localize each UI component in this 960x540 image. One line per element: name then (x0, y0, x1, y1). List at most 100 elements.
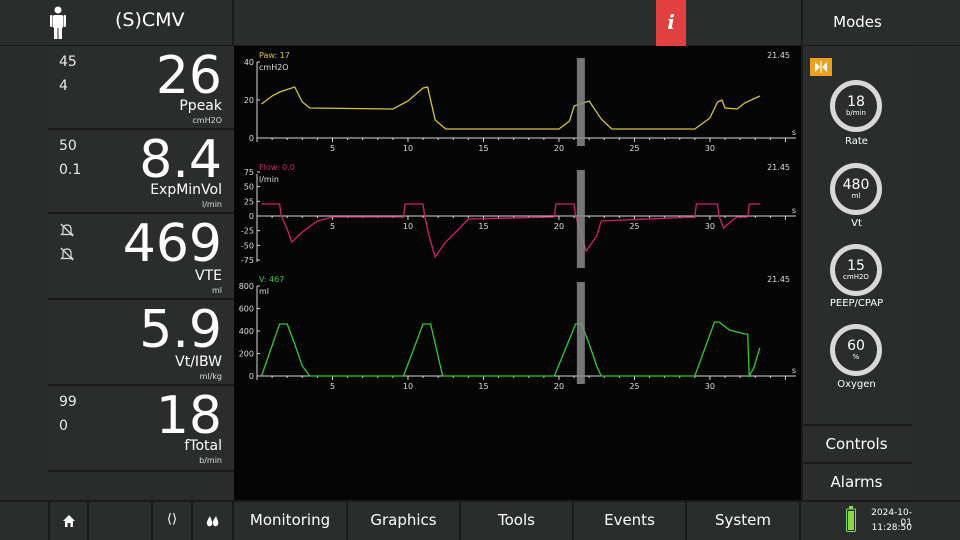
dial-unit: cmH2O (843, 273, 869, 281)
param-unit: cmH2O (192, 116, 222, 125)
dial-label: Rate (845, 136, 868, 147)
x-unit: s (792, 366, 796, 375)
waveform-trace (260, 321, 761, 379)
patient-icon (50, 6, 66, 39)
x-tick-label: 30 (705, 144, 715, 153)
home-icon (62, 514, 75, 527)
x-tick-label: 10 (403, 222, 413, 231)
param-value: 8.4 (139, 130, 222, 190)
lower-limit: 0.1 (59, 162, 82, 178)
tab-graphics[interactable]: Graphics (348, 500, 461, 540)
y-tick-label: -75 (241, 256, 254, 265)
upper-limit: 99 (59, 394, 77, 410)
x-tick-label: 30 (705, 382, 715, 391)
y-tick-label: 20 (244, 96, 254, 105)
waveform-time-label: 21.45 (767, 51, 790, 60)
lower-limit: 0 (59, 418, 68, 434)
mode-cell[interactable]: (S)CMV (0, 0, 234, 46)
y-tick-label: 40 (244, 58, 254, 67)
oxygen-dial[interactable]: 60 % (830, 324, 882, 376)
modes-button[interactable]: Modes (801, 0, 912, 46)
x-tick-label: 15 (478, 144, 488, 153)
x-tick-label: 5 (330, 144, 335, 153)
y-tick-label: 0 (249, 372, 254, 381)
y-tick-label: 50 (244, 183, 254, 192)
info-button[interactable]: i (656, 0, 686, 46)
humidifier-button[interactable] (193, 500, 234, 540)
brackets-button[interactable]: ⟨⟩ (153, 500, 193, 540)
dial-label: Oxygen (837, 379, 876, 390)
y-tick-label: 75 (244, 168, 254, 177)
tab-events[interactable]: Events (574, 500, 687, 540)
y-tick-label: 400 (239, 327, 254, 336)
rate-dial[interactable]: 18 b/min (830, 80, 882, 132)
tab-tools[interactable]: Tools (461, 500, 574, 540)
param-name: Vt/IBW (175, 354, 222, 370)
param-name: VTE (195, 268, 222, 284)
time-display: 11:28:50 (871, 523, 912, 533)
sweep-cursor (576, 170, 585, 268)
x-tick-label: 15 (478, 382, 488, 391)
x-tick-label: 25 (629, 382, 639, 391)
y-tick-label: 25 (244, 197, 254, 206)
param-name: Ppeak (179, 98, 222, 114)
ventilation-mode: (S)CMV (115, 9, 185, 31)
y-tick-label: -50 (241, 241, 254, 250)
y-tick-label: 0 (249, 212, 254, 221)
param-ftotal[interactable]: 99 0 18 fTotal b/min (48, 386, 234, 472)
alarms-button[interactable]: Alarms (801, 462, 912, 500)
param-value: 18 (155, 386, 222, 446)
drops-icon (206, 515, 218, 526)
dial-unit: b/min (845, 109, 866, 117)
x-tick-label: 20 (554, 222, 564, 231)
x-tick-label: 20 (554, 382, 564, 391)
dial-label: Vt (851, 218, 862, 229)
waveform-unit-label: ml (259, 287, 269, 296)
dial-unit: % (852, 353, 860, 361)
waveform-unit-label: l/min (259, 175, 279, 184)
waveform-value-label: Paw: 17 (259, 51, 290, 60)
lower-limit: 4 (59, 78, 68, 94)
waveform-unit-label: cmH2O (259, 63, 289, 72)
sweep-cursor (576, 282, 585, 384)
dial-value: 18 (847, 94, 865, 110)
sync-icon[interactable] (810, 58, 832, 76)
param-value: 469 (122, 214, 222, 274)
empty-button[interactable] (89, 500, 153, 540)
y-tick-label: -25 (241, 227, 254, 236)
x-tick-label: 25 (629, 222, 639, 231)
x-tick-label: 25 (629, 144, 639, 153)
alarm-off-icon (60, 247, 74, 261)
waveform-time-label: 21.45 (767, 163, 790, 172)
x-tick-label: 5 (330, 222, 335, 231)
param-unit: ml (211, 286, 222, 295)
x-tick-label: 5 (330, 382, 335, 391)
param-name: fTotal (184, 438, 222, 454)
param-expminvol[interactable]: 50 0.1 8.4 ExpMinVol l/min (48, 130, 234, 214)
param-vt-ibw[interactable]: 5.9 Vt/IBW ml/kg (48, 300, 234, 386)
x-tick-label: 15 (478, 222, 488, 231)
waveform-value-label: Flow: 0.0 (259, 163, 295, 172)
waveform-trace (261, 86, 761, 130)
param-ppeak[interactable]: 45 4 26 Ppeak cmH2O (48, 46, 234, 130)
home-button[interactable] (48, 500, 89, 540)
waveform-area: 5 10 15 20 25 30 s 40 20 0 Paw: 17 cmH2O 21.45 5 10 15 2… (234, 46, 801, 500)
brackets-icon: ⟨⟩ (166, 512, 178, 527)
param-vte[interactable]: 469 VTE ml (48, 214, 234, 300)
waveform-value-label: V: 467 (259, 275, 284, 284)
tab-monitoring[interactable]: Monitoring (234, 500, 348, 540)
peep-dial[interactable]: 15 cmH2O (830, 244, 882, 296)
tab-system[interactable]: System (687, 500, 801, 540)
dial-unit: ml (851, 192, 861, 200)
x-unit: s (792, 128, 796, 137)
dial-value: 480 (842, 177, 870, 193)
alarm-off-icon (60, 223, 74, 237)
waveform-trace (261, 203, 760, 259)
sweep-cursor (576, 58, 585, 146)
param-unit: l/min (201, 200, 222, 209)
y-tick-label: 200 (239, 350, 254, 359)
vt-dial[interactable]: 480 ml (830, 163, 882, 215)
controls-button[interactable]: Controls (801, 424, 912, 462)
x-tick-label: 20 (554, 144, 564, 153)
y-tick-label: 0 (249, 134, 254, 143)
